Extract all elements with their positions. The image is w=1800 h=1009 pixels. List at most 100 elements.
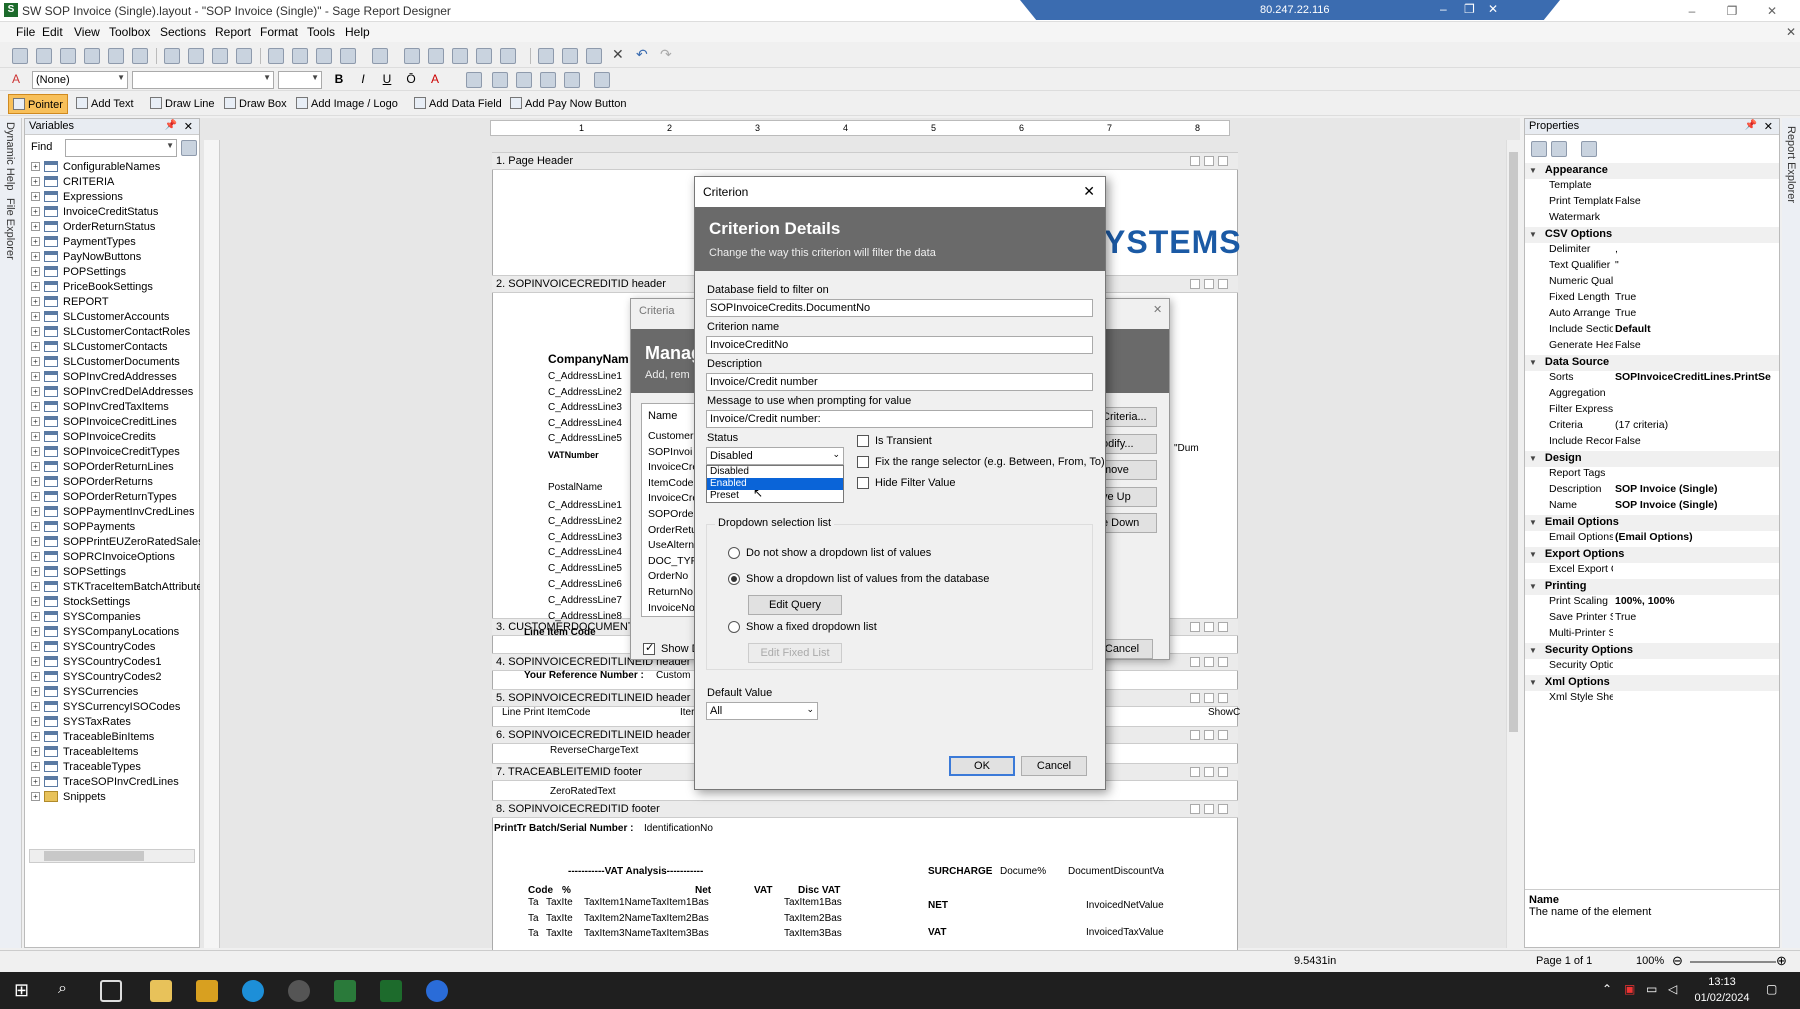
center-icon[interactable] xyxy=(500,48,516,64)
report-explorer-tab[interactable]: Report Explorer xyxy=(1785,126,1797,203)
property-category[interactable]: ▼ Xml Options xyxy=(1525,675,1779,691)
alphabetical-icon[interactable] xyxy=(1551,141,1567,157)
zoom-slider[interactable] xyxy=(1690,961,1776,963)
property-value[interactable]: SOP Invoice (Single) xyxy=(1613,483,1779,499)
variable-item[interactable]: + Snippets xyxy=(31,789,212,804)
align-center-icon[interactable] xyxy=(516,72,532,88)
property-row[interactable]: Generate Hea False xyxy=(1525,339,1779,355)
property-value[interactable]: , xyxy=(1613,243,1779,259)
edit-icon[interactable] xyxy=(164,48,180,64)
style-combo[interactable]: (None) ▼ xyxy=(32,71,128,89)
expand-icon[interactable]: + xyxy=(31,327,40,336)
status-option-enabled[interactable]: Enabled xyxy=(707,478,843,490)
variable-item[interactable]: + SYSCurrencyISOCodes xyxy=(31,699,212,714)
variable-item[interactable]: + TraceableItems xyxy=(31,744,212,759)
expand-icon[interactable]: + xyxy=(31,507,40,516)
section-toggle-icon[interactable] xyxy=(1204,622,1214,632)
section-close-icon[interactable] xyxy=(1218,804,1228,814)
vat-cell[interactable]: TaxItem2Bas xyxy=(651,913,709,924)
add-pay-now-button[interactable]: Add Pay Now Button xyxy=(506,94,631,114)
expand-icon[interactable]: + xyxy=(31,522,40,531)
property-value[interactable]: 100%, 100% xyxy=(1613,595,1779,611)
bold-button[interactable]: B xyxy=(330,72,348,86)
property-value[interactable]: True xyxy=(1613,291,1779,307)
property-row[interactable]: Aggregation xyxy=(1525,387,1779,403)
expand-icon[interactable]: + xyxy=(31,672,40,681)
status-select[interactable]: Disabled ⌄ xyxy=(706,447,844,465)
expand-icon[interactable]: + xyxy=(31,477,40,486)
section-close-icon[interactable] xyxy=(1218,730,1228,740)
variable-item[interactable]: + SLCustomerContactRoles xyxy=(31,324,212,339)
property-row[interactable]: Excel Export C xyxy=(1525,563,1779,579)
property-value[interactable]: False xyxy=(1613,195,1779,211)
zoom-out-icon[interactable]: ⊖ xyxy=(1672,953,1683,969)
property-row[interactable]: Report Tags xyxy=(1525,467,1779,483)
property-value[interactable]: " xyxy=(1613,259,1779,275)
property-row[interactable]: Include Sectio Default xyxy=(1525,323,1779,339)
address-line-field[interactable]: C_AddressLine3 xyxy=(548,402,622,413)
variable-item[interactable]: + PriceBookSettings xyxy=(31,279,212,294)
variable-item[interactable]: + SOPOrderReturns xyxy=(31,474,212,489)
minimize-button[interactable]: – xyxy=(1678,2,1706,20)
identification-field[interactable]: IdentificationNo xyxy=(644,823,713,834)
expand-icon[interactable]: + xyxy=(31,357,40,366)
address-line-field[interactable]: C_AddressLine4 xyxy=(548,418,622,429)
doc-discount-field[interactable]: DocumentDiscountVa xyxy=(1068,866,1164,877)
expand-icon[interactable]: + xyxy=(31,642,40,651)
postal-line-field[interactable]: C_AddressLine3 xyxy=(548,532,622,543)
property-row[interactable]: Security Optio xyxy=(1525,659,1779,675)
font-size-combo[interactable]: ▼ xyxy=(278,71,322,89)
font-color-button[interactable]: A xyxy=(426,72,444,86)
variable-item[interactable]: + SOPPaymentInvCredLines xyxy=(31,504,212,519)
vat-cell[interactable]: TaxItem2Bas xyxy=(784,913,842,924)
property-value[interactable]: Default xyxy=(1613,323,1779,339)
property-category[interactable]: ▼ Security Options xyxy=(1525,643,1779,659)
section-band[interactable]: 8. SOPINVOICECREDITID footer xyxy=(492,800,1238,818)
criteria-action-button[interactable]: Criteria... xyxy=(1099,407,1157,427)
variable-item[interactable]: + SOPRCInvoiceOptions xyxy=(31,549,212,564)
postal-line-field[interactable]: C_AddressLine8 xyxy=(548,611,622,622)
menu-view[interactable]: View xyxy=(74,25,100,39)
section-close-icon[interactable] xyxy=(1218,767,1228,777)
postal-line-field[interactable]: C_AddressLine6 xyxy=(548,579,622,590)
overline-button[interactable]: Ō xyxy=(402,72,420,86)
redo-icon[interactable]: ↷ xyxy=(660,46,672,63)
postal-line-field[interactable]: C_AddressLine5 xyxy=(548,563,622,574)
variable-item[interactable]: + SOPInvCredDelAddresses xyxy=(31,384,212,399)
section-toggle-icon[interactable] xyxy=(1204,156,1214,166)
variable-item[interactable]: + TraceSOPInvCredLines xyxy=(31,774,212,789)
vat-cell[interactable]: TaxItem1Name xyxy=(584,897,651,908)
expand-icon[interactable]: + xyxy=(31,432,40,441)
property-value[interactable]: SOP Invoice (Single) xyxy=(1613,499,1779,515)
postal-line-field[interactable]: C_AddressLine2 xyxy=(548,516,622,527)
expand-icon[interactable]: + xyxy=(31,717,40,726)
property-category[interactable]: ▼ Export Options xyxy=(1525,547,1779,563)
rdp-minimize-button[interactable]: – xyxy=(1440,2,1447,16)
postal-line-field[interactable]: C_AddressLine7 xyxy=(548,595,622,606)
vat-cell[interactable]: Ta xyxy=(528,897,539,908)
expand-icon[interactable]: + xyxy=(31,447,40,456)
section-toggle-icon[interactable] xyxy=(1204,657,1214,667)
notifications-icon[interactable]: ▢ xyxy=(1766,982,1777,996)
file-explorer-tab[interactable]: File Explorer xyxy=(4,198,16,260)
expand-icon[interactable]: + xyxy=(31,282,40,291)
expand-icon[interactable]: + xyxy=(31,702,40,711)
property-row[interactable]: Numeric Qualif xyxy=(1525,275,1779,291)
variable-item[interactable]: + POPSettings xyxy=(31,264,212,279)
property-row[interactable]: Fixed Length True xyxy=(1525,291,1779,307)
order-icon[interactable] xyxy=(428,48,444,64)
add-text-button[interactable]: Add Text xyxy=(72,94,138,114)
company-name-field[interactable]: CompanyNam xyxy=(548,352,629,366)
net-value-field[interactable]: InvoicedNetValue xyxy=(1086,900,1164,911)
add-data-field-button[interactable]: Add Data Field xyxy=(410,94,506,114)
section-toggle-icon[interactable] xyxy=(1190,693,1200,703)
scrollbar-thumb[interactable] xyxy=(1509,152,1518,732)
expand-icon[interactable]: + xyxy=(31,192,40,201)
vat-cell[interactable]: TaxItem3Name xyxy=(584,928,651,939)
expand-icon[interactable]: + xyxy=(31,537,40,546)
menu-tools[interactable]: Tools xyxy=(307,25,335,39)
property-value[interactable]: True xyxy=(1613,611,1779,627)
fix-range-checkbox[interactable] xyxy=(857,456,869,468)
border-icon[interactable] xyxy=(594,72,610,88)
variable-item[interactable]: + SOPOrderReturnLines xyxy=(31,459,212,474)
